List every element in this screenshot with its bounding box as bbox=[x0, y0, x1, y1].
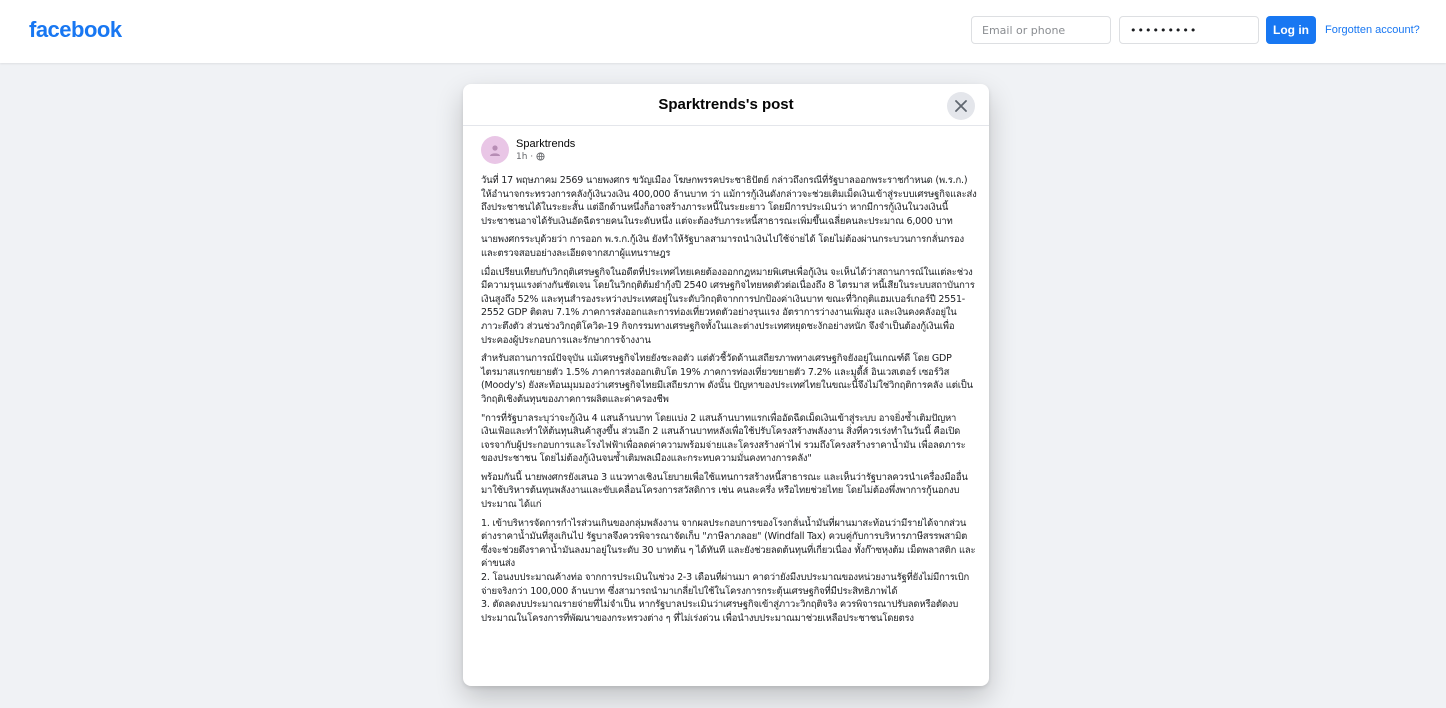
post-dialog: Sparktrends's post Sparktrends 1h · วันท… bbox=[463, 84, 989, 686]
email-input[interactable] bbox=[971, 16, 1111, 44]
top-navigation-bar: facebook ••••••••• Log in Forgotten acco… bbox=[0, 0, 1446, 63]
dialog-title: Sparktrends's post bbox=[658, 96, 794, 113]
globe-icon bbox=[536, 152, 545, 161]
post-time[interactable]: 1h · bbox=[516, 151, 533, 163]
post-paragraph: 1. เข้าบริหารจัดการกำไรส่วนเกินของกลุ่มพ… bbox=[481, 517, 976, 624]
post-paragraph: เมื่อเปรียบเทียบกับวิกฤติเศรษฐกิจในอดีตท… bbox=[481, 266, 975, 346]
author-info: Sparktrends 1h · bbox=[516, 138, 575, 163]
facebook-logo[interactable]: facebook bbox=[29, 17, 122, 43]
post-paragraph: สำหรับสถานการณ์ปัจจุบัน แม้เศรษฐกิจไทยยั… bbox=[481, 353, 973, 405]
post-paragraph: พร้อมกันนี้ นายพงศกรยังเสนอ 3 แนวทางเชิง… bbox=[481, 471, 968, 511]
post-paragraph: นายพงศกรระบุด้วยว่า การออก พ.ร.ก.กู้เงิน… bbox=[481, 234, 964, 259]
post-text: วันที่ 17 พฤษภาคม 2569 นายพงศกร ขวัญเมือ… bbox=[481, 174, 977, 625]
forgotten-account-link[interactable]: Forgotten account? bbox=[1325, 24, 1420, 36]
avatar[interactable] bbox=[481, 136, 509, 164]
post-author-row: Sparktrends 1h · bbox=[481, 130, 977, 170]
person-icon bbox=[490, 145, 500, 156]
dialog-header: Sparktrends's post bbox=[463, 84, 989, 126]
post-content[interactable]: Sparktrends 1h · วันที่ 17 พฤษภาคม 2569 … bbox=[463, 127, 989, 686]
close-icon bbox=[955, 100, 967, 112]
author-name[interactable]: Sparktrends bbox=[516, 138, 575, 151]
close-button[interactable] bbox=[947, 92, 975, 120]
post-meta: 1h · bbox=[516, 151, 575, 163]
post-paragraph: "การที่รัฐบาลระบุว่าจะกู้เงิน 4 แสนล้านบ… bbox=[481, 412, 966, 465]
login-button[interactable]: Log in bbox=[1266, 16, 1316, 44]
post-paragraph: วันที่ 17 พฤษภาคม 2569 นายพงศกร ขวัญเมือ… bbox=[481, 175, 977, 227]
password-input[interactable]: ••••••••• bbox=[1119, 16, 1259, 44]
